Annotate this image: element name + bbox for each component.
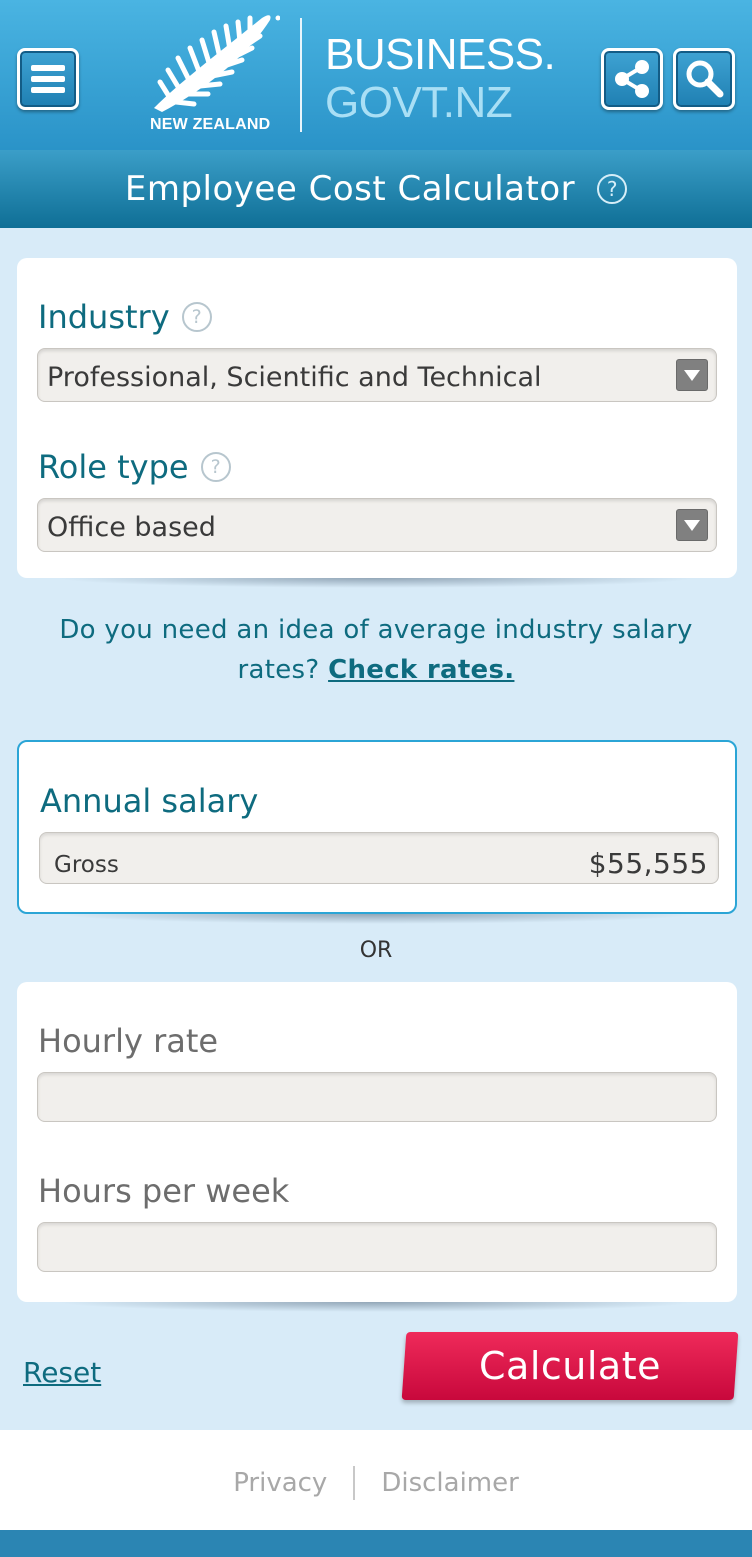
gross-label: Gross xyxy=(54,852,119,878)
industry-label-row: Industry ? xyxy=(38,298,212,336)
card-shadow xyxy=(55,914,697,924)
industry-card: Industry ? Professional, Scientific and … xyxy=(17,258,737,578)
calculator-title-bar: Employee Cost Calculator ? xyxy=(0,150,752,228)
card-shadow xyxy=(55,1302,697,1312)
role-type-select[interactable]: Office based xyxy=(37,498,717,552)
role-type-select-value: Office based xyxy=(47,512,216,543)
hourly-rate-input[interactable] xyxy=(37,1072,717,1122)
dropdown-arrow-icon xyxy=(676,359,708,391)
disclaimer-link[interactable]: Disclaimer xyxy=(355,1468,544,1498)
logo-divider xyxy=(300,18,302,132)
or-separator: OR xyxy=(359,938,393,963)
card-shadow xyxy=(55,578,697,588)
footer: Privacy Disclaimer xyxy=(0,1430,752,1530)
role-type-help-icon[interactable]: ? xyxy=(200,452,231,482)
calculate-button-label: Calculate xyxy=(479,1344,661,1388)
industry-label: Industry xyxy=(38,298,170,336)
industry-help-icon[interactable]: ? xyxy=(181,302,212,332)
check-rates-link[interactable]: Check rates. xyxy=(328,655,514,685)
gross-salary-input[interactable]: Gross $55,555 xyxy=(39,832,719,884)
search-icon xyxy=(686,60,724,98)
brand-line-2[interactable]: GOVT.NZ xyxy=(325,78,513,128)
new-zealand-wordmark: NEW ZEALAND xyxy=(150,116,271,133)
dropdown-arrow-icon xyxy=(676,509,708,541)
industry-select-value: Professional, Scientific and Technical xyxy=(47,362,542,393)
reset-link[interactable]: Reset xyxy=(23,1356,101,1389)
privacy-link[interactable]: Privacy xyxy=(207,1468,353,1498)
gross-salary-value: $55,555 xyxy=(588,847,708,880)
share-icon xyxy=(615,60,649,98)
brand-line-1[interactable]: BUSINESS. xyxy=(325,30,556,80)
help-icon[interactable]: ? xyxy=(597,174,628,204)
hours-per-week-label: Hours per week xyxy=(38,1172,290,1210)
site-header: NEW ZEALAND BUSINESS. GOVT.NZ xyxy=(0,0,752,150)
search-button[interactable] xyxy=(673,48,735,110)
hourly-rate-label: Hourly rate xyxy=(38,1022,219,1060)
annual-salary-card: Annual salary Gross $55,555 xyxy=(17,740,737,914)
role-type-label-row: Role type ? xyxy=(38,448,231,486)
salary-rates-prompt: Do you need an idea of average industry … xyxy=(30,610,722,690)
role-type-label: Role type xyxy=(38,448,189,486)
footer-links: Privacy Disclaimer xyxy=(0,1466,752,1500)
share-button[interactable] xyxy=(601,48,663,110)
silver-fern-logo xyxy=(154,15,280,112)
menu-button[interactable] xyxy=(17,48,79,110)
industry-select[interactable]: Professional, Scientific and Technical xyxy=(37,348,717,402)
hours-per-week-input[interactable] xyxy=(37,1222,717,1272)
page-title: Employee Cost Calculator xyxy=(124,169,576,209)
annual-salary-label: Annual salary xyxy=(40,782,259,820)
footer-bar xyxy=(0,1530,752,1557)
hourly-rate-card: Hourly rate Hours per week xyxy=(17,982,737,1302)
calculate-button[interactable]: Calculate xyxy=(401,1332,739,1400)
hamburger-menu-icon xyxy=(31,65,65,93)
